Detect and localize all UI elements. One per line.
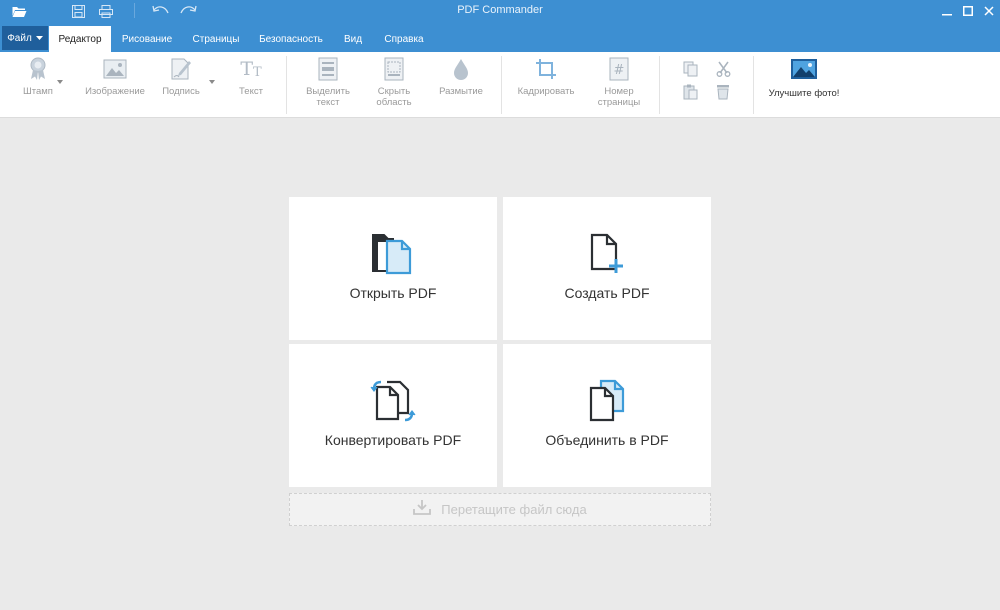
window-title: PDF Commander — [457, 4, 543, 16]
select-text-label: Выделить текст — [306, 86, 350, 108]
text-button[interactable]: TT Текст — [232, 56, 270, 97]
crop-button[interactable]: Кадрировать — [513, 56, 579, 97]
crop-icon — [533, 56, 559, 82]
image-label: Изображение — [85, 86, 145, 97]
copy-icon[interactable] — [681, 60, 699, 78]
file-menu-button[interactable]: Файл — [2, 26, 48, 50]
tab-view[interactable]: Вид — [335, 26, 371, 52]
drop-zone-label: Перетащите файл сюда — [441, 502, 587, 517]
create-pdf-icon — [503, 231, 711, 277]
tab-label: Вид — [343, 33, 363, 45]
blur-label: Размытие — [439, 86, 483, 97]
stamp-icon — [25, 56, 51, 82]
hide-area-icon — [381, 56, 407, 82]
merge-pdf-label: Объединить в PDF — [545, 432, 669, 448]
create-pdf-label: Создать PDF — [564, 285, 650, 301]
open-pdf-label: Открыть PDF — [349, 285, 437, 301]
paste-icon[interactable] — [681, 83, 699, 101]
tab-label: Справка — [384, 33, 424, 45]
hide-area-label: Скрыть область — [376, 86, 411, 108]
stamp-button[interactable]: Штамп — [16, 56, 60, 97]
page-number-icon: # — [606, 56, 632, 82]
select-text-icon — [315, 56, 341, 82]
tab-security[interactable]: Безопасность — [253, 26, 329, 52]
open-pdf-icon — [289, 231, 497, 277]
merge-pdf-icon — [503, 378, 711, 424]
convert-pdf-icon — [289, 378, 497, 424]
file-menu-label: Файл — [7, 32, 32, 44]
ribbon-toolbar: Штамп Изображение Подпись TT Текст Выдел… — [0, 52, 1000, 118]
blur-button[interactable]: Размытие — [434, 56, 488, 97]
tab-label: Страницы — [192, 33, 240, 45]
signature-label: Подпись — [162, 86, 200, 97]
select-text-button[interactable]: Выделить текст — [302, 56, 354, 108]
droplet-icon — [448, 56, 474, 82]
hide-area-line1: Скрыть — [377, 86, 411, 97]
crop-label: Кадрировать — [517, 86, 575, 97]
file-drop-zone[interactable]: Перетащите файл сюда — [289, 493, 711, 526]
maximize-icon[interactable] — [957, 1, 979, 21]
convert-pdf-card[interactable]: Конвертировать PDF — [289, 344, 497, 487]
select-text-line1: Выделить — [306, 86, 350, 97]
tab-drawing[interactable]: Рисование — [115, 26, 179, 52]
open-pdf-card[interactable]: Открыть PDF — [289, 197, 497, 340]
tab-editor[interactable]: Редактор — [49, 26, 111, 52]
ribbon-separator — [286, 56, 287, 114]
minimize-icon[interactable] — [936, 1, 958, 21]
page-number-line2: страницы — [597, 97, 641, 108]
chevron-down-icon[interactable] — [209, 80, 215, 84]
text-icon: TT — [240, 58, 262, 80]
ribbon-separator — [753, 56, 754, 114]
convert-pdf-label: Конвертировать PDF — [324, 432, 462, 448]
select-text-line2: текст — [316, 97, 340, 108]
tab-label: Редактор — [58, 33, 102, 45]
merge-pdf-card[interactable]: Объединить в PDF — [503, 344, 711, 487]
signature-icon — [168, 56, 194, 82]
close-icon[interactable] — [978, 1, 1000, 21]
chevron-down-icon[interactable] — [57, 80, 63, 84]
chevron-down-icon — [35, 36, 43, 40]
tab-pages[interactable]: Страницы — [184, 26, 248, 52]
tab-label: Безопасность — [259, 33, 323, 45]
page-number-line1: Номер — [604, 86, 634, 97]
create-pdf-card[interactable]: Создать PDF — [503, 197, 711, 340]
title-bar: PDF Commander — [0, 0, 1000, 22]
page-number-button[interactable]: # Номер страницы — [592, 56, 646, 108]
tab-help[interactable]: Справка — [376, 26, 432, 52]
menu-tabs: Файл Редактор Рисование Страницы Безопас… — [0, 22, 1000, 52]
stamp-label: Штамп — [23, 86, 53, 97]
hide-area-button[interactable]: Скрыть область — [368, 56, 420, 108]
signature-button[interactable]: Подпись — [158, 56, 204, 97]
text-label: Текст — [239, 86, 263, 97]
page-number-label: Номер страницы — [598, 86, 641, 108]
photo-icon — [789, 56, 819, 82]
enhance-photo-label: Улучшите фото! — [768, 88, 840, 99]
image-button[interactable]: Изображение — [82, 56, 148, 97]
svg-text:#: # — [614, 63, 625, 78]
image-icon — [102, 56, 128, 82]
download-icon — [413, 499, 432, 520]
hide-area-line2: область — [376, 97, 412, 108]
ribbon-separator — [659, 56, 660, 114]
trash-icon[interactable] — [714, 83, 732, 101]
ribbon-separator — [501, 56, 502, 114]
scissors-icon[interactable] — [714, 60, 732, 78]
tab-label: Рисование — [121, 33, 173, 45]
enhance-photo-button[interactable]: Улучшите фото! — [764, 56, 844, 99]
